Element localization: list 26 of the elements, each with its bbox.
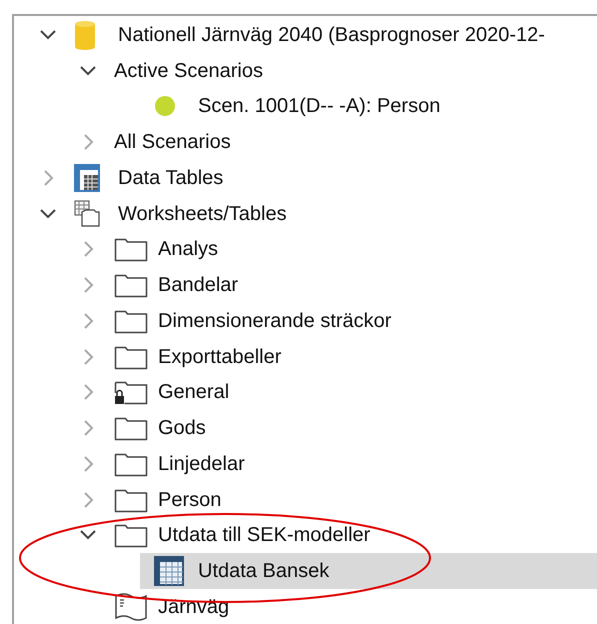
folder-icon [114,272,148,298]
tree-item[interactable]: Järnväg [100,589,597,624]
tree-item[interactable]: Data Tables [60,160,597,196]
database-icon [74,20,96,50]
tree-item[interactable]: Gods [100,410,597,446]
tree-item[interactable]: General [100,374,597,410]
folder-icon [114,522,148,548]
tree-item[interactable]: Exporttabeller [100,338,597,374]
folder-icon [114,236,148,262]
tree-item[interactable]: All Scenarios [100,124,597,160]
tree-item[interactable]: Bandelar [100,267,597,303]
tree-item[interactable]: Utdata Bansek [140,553,597,589]
tree-item[interactable]: Dimensionerande sträckor [100,303,597,339]
tree-item[interactable]: Linjedelar [100,446,597,482]
tree-item[interactable]: Utdata till SEK-modeller [100,518,597,554]
worksheets-icon [74,200,100,228]
locked-folder-icon [114,379,148,406]
tree-item[interactable]: Scen. 1001(D-- -A): Person [140,88,597,124]
tree-item[interactable]: Worksheets/Tables [60,196,597,232]
data-table-icon [74,164,100,192]
tree-item[interactable]: Nationell Järnväg 2040 (Basprognoser 2020-12- [60,17,597,53]
folder-icon [114,415,148,442]
tree-item[interactable]: Active Scenarios [100,52,597,88]
table-icon [154,556,184,586]
tree-item[interactable]: Person [100,482,597,518]
tree-item[interactable]: Analys [100,232,597,268]
